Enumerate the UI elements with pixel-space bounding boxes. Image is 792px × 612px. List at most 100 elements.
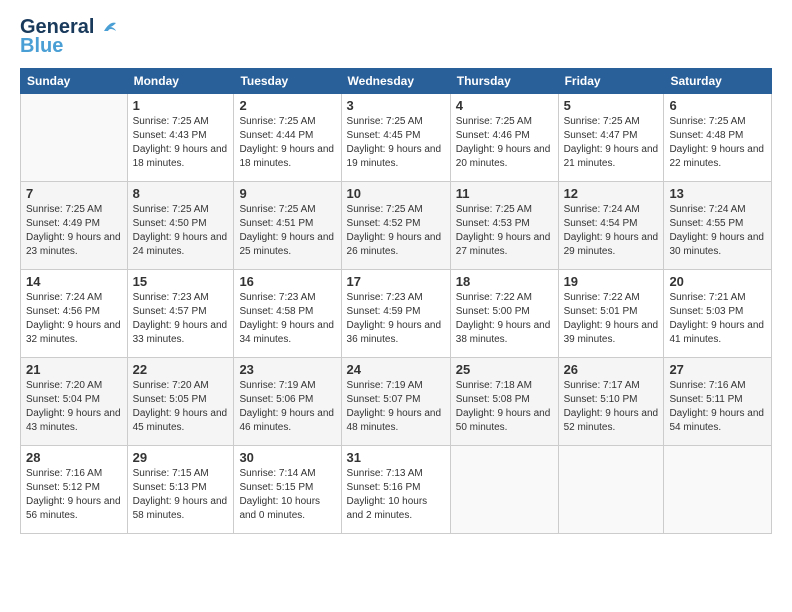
table-row: 25 Sunrise: 7:18 AMSunset: 5:08 PMDaylig… [450,358,558,446]
day-number: 29 [133,450,229,465]
table-row: 6 Sunrise: 7:25 AMSunset: 4:48 PMDayligh… [664,94,772,182]
day-number: 7 [26,186,122,201]
day-info: Sunrise: 7:22 AMSunset: 5:00 PMDaylight:… [456,291,553,347]
day-info: Sunrise: 7:24 AMSunset: 4:56 PMDaylight:… [26,291,122,347]
day-info: Sunrise: 7:25 AMSunset: 4:43 PMDaylight:… [133,115,229,171]
table-row: 15 Sunrise: 7:23 AMSunset: 4:57 PMDaylig… [127,270,234,358]
table-row: 10 Sunrise: 7:25 AMSunset: 4:52 PMDaylig… [341,182,450,270]
day-number: 6 [669,98,766,113]
day-number: 18 [456,274,553,289]
day-number: 31 [347,450,445,465]
logo: General Blue [20,16,118,58]
logo-blue: Blue [20,35,63,58]
day-info: Sunrise: 7:25 AMSunset: 4:48 PMDaylight:… [669,115,766,171]
day-number: 2 [239,98,335,113]
day-info: Sunrise: 7:23 AMSunset: 4:58 PMDaylight:… [239,291,335,347]
logo-bird-icon [96,17,118,39]
table-row: 30 Sunrise: 7:14 AMSunset: 5:15 PMDaylig… [234,446,341,534]
day-info: Sunrise: 7:23 AMSunset: 4:57 PMDaylight:… [133,291,229,347]
table-row: 17 Sunrise: 7:23 AMSunset: 4:59 PMDaylig… [341,270,450,358]
day-info: Sunrise: 7:13 AMSunset: 5:16 PMDaylight:… [347,467,445,523]
day-number: 16 [239,274,335,289]
day-number: 23 [239,362,335,377]
day-number: 28 [26,450,122,465]
table-row: 27 Sunrise: 7:16 AMSunset: 5:11 PMDaylig… [664,358,772,446]
day-number: 12 [564,186,659,201]
day-number: 21 [26,362,122,377]
table-row: 8 Sunrise: 7:25 AMSunset: 4:50 PMDayligh… [127,182,234,270]
table-row: 21 Sunrise: 7:20 AMSunset: 5:04 PMDaylig… [21,358,128,446]
day-number: 15 [133,274,229,289]
day-info: Sunrise: 7:25 AMSunset: 4:47 PMDaylight:… [564,115,659,171]
day-info: Sunrise: 7:25 AMSunset: 4:51 PMDaylight:… [239,203,335,259]
table-row: 19 Sunrise: 7:22 AMSunset: 5:01 PMDaylig… [558,270,664,358]
day-info: Sunrise: 7:22 AMSunset: 5:01 PMDaylight:… [564,291,659,347]
day-info: Sunrise: 7:18 AMSunset: 5:08 PMDaylight:… [456,379,553,435]
table-row: 7 Sunrise: 7:25 AMSunset: 4:49 PMDayligh… [21,182,128,270]
col-header-monday: Monday [127,69,234,94]
day-number: 20 [669,274,766,289]
table-row: 22 Sunrise: 7:20 AMSunset: 5:05 PMDaylig… [127,358,234,446]
col-header-thursday: Thursday [450,69,558,94]
table-row: 28 Sunrise: 7:16 AMSunset: 5:12 PMDaylig… [21,446,128,534]
day-number: 22 [133,362,229,377]
day-number: 19 [564,274,659,289]
table-row: 29 Sunrise: 7:15 AMSunset: 5:13 PMDaylig… [127,446,234,534]
day-info: Sunrise: 7:17 AMSunset: 5:10 PMDaylight:… [564,379,659,435]
table-row: 5 Sunrise: 7:25 AMSunset: 4:47 PMDayligh… [558,94,664,182]
day-number: 27 [669,362,766,377]
table-row: 14 Sunrise: 7:24 AMSunset: 4:56 PMDaylig… [21,270,128,358]
day-info: Sunrise: 7:21 AMSunset: 5:03 PMDaylight:… [669,291,766,347]
day-number: 13 [669,186,766,201]
table-row: 9 Sunrise: 7:25 AMSunset: 4:51 PMDayligh… [234,182,341,270]
day-info: Sunrise: 7:25 AMSunset: 4:49 PMDaylight:… [26,203,122,259]
day-info: Sunrise: 7:23 AMSunset: 4:59 PMDaylight:… [347,291,445,347]
day-info: Sunrise: 7:20 AMSunset: 5:04 PMDaylight:… [26,379,122,435]
day-number: 10 [347,186,445,201]
col-header-saturday: Saturday [664,69,772,94]
day-info: Sunrise: 7:16 AMSunset: 5:12 PMDaylight:… [26,467,122,523]
day-info: Sunrise: 7:24 AMSunset: 4:54 PMDaylight:… [564,203,659,259]
table-row: 26 Sunrise: 7:17 AMSunset: 5:10 PMDaylig… [558,358,664,446]
day-info: Sunrise: 7:24 AMSunset: 4:55 PMDaylight:… [669,203,766,259]
col-header-friday: Friday [558,69,664,94]
table-row [450,446,558,534]
day-info: Sunrise: 7:25 AMSunset: 4:53 PMDaylight:… [456,203,553,259]
day-number: 1 [133,98,229,113]
day-number: 14 [26,274,122,289]
day-number: 4 [456,98,553,113]
col-header-tuesday: Tuesday [234,69,341,94]
day-number: 25 [456,362,553,377]
day-number: 17 [347,274,445,289]
table-row: 20 Sunrise: 7:21 AMSunset: 5:03 PMDaylig… [664,270,772,358]
table-row: 13 Sunrise: 7:24 AMSunset: 4:55 PMDaylig… [664,182,772,270]
day-info: Sunrise: 7:15 AMSunset: 5:13 PMDaylight:… [133,467,229,523]
day-info: Sunrise: 7:19 AMSunset: 5:07 PMDaylight:… [347,379,445,435]
day-info: Sunrise: 7:25 AMSunset: 4:45 PMDaylight:… [347,115,445,171]
day-number: 3 [347,98,445,113]
table-row [21,94,128,182]
col-header-sunday: Sunday [21,69,128,94]
table-row: 16 Sunrise: 7:23 AMSunset: 4:58 PMDaylig… [234,270,341,358]
day-info: Sunrise: 7:25 AMSunset: 4:44 PMDaylight:… [239,115,335,171]
table-row [664,446,772,534]
table-row: 31 Sunrise: 7:13 AMSunset: 5:16 PMDaylig… [341,446,450,534]
day-info: Sunrise: 7:14 AMSunset: 5:15 PMDaylight:… [239,467,335,523]
table-row: 24 Sunrise: 7:19 AMSunset: 5:07 PMDaylig… [341,358,450,446]
day-info: Sunrise: 7:20 AMSunset: 5:05 PMDaylight:… [133,379,229,435]
day-number: 30 [239,450,335,465]
day-number: 26 [564,362,659,377]
table-row: 12 Sunrise: 7:24 AMSunset: 4:54 PMDaylig… [558,182,664,270]
day-number: 24 [347,362,445,377]
day-info: Sunrise: 7:25 AMSunset: 4:46 PMDaylight:… [456,115,553,171]
calendar: SundayMondayTuesdayWednesdayThursdayFrid… [20,68,772,534]
table-row: 23 Sunrise: 7:19 AMSunset: 5:06 PMDaylig… [234,358,341,446]
table-row: 4 Sunrise: 7:25 AMSunset: 4:46 PMDayligh… [450,94,558,182]
table-row: 3 Sunrise: 7:25 AMSunset: 4:45 PMDayligh… [341,94,450,182]
header: General Blue [20,16,772,58]
table-row: 18 Sunrise: 7:22 AMSunset: 5:00 PMDaylig… [450,270,558,358]
day-info: Sunrise: 7:25 AMSunset: 4:50 PMDaylight:… [133,203,229,259]
table-row: 2 Sunrise: 7:25 AMSunset: 4:44 PMDayligh… [234,94,341,182]
day-number: 8 [133,186,229,201]
day-info: Sunrise: 7:25 AMSunset: 4:52 PMDaylight:… [347,203,445,259]
